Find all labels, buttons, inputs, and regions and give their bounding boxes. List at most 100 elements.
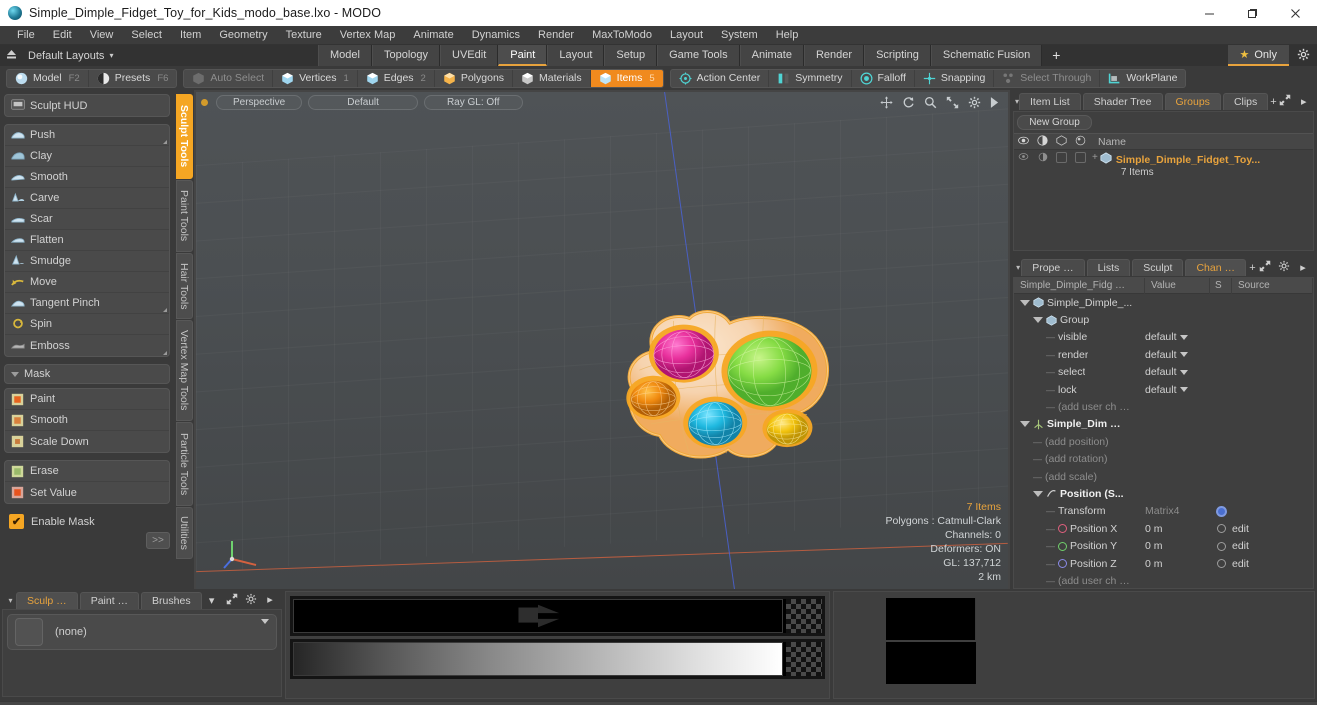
chevron-down-icon[interactable] bbox=[1180, 387, 1188, 393]
channel-value-cell[interactable]: 0 m bbox=[1145, 523, 1210, 535]
new-group-button[interactable]: New Group bbox=[1017, 115, 1092, 130]
channel-source-cell[interactable]: edit bbox=[1232, 523, 1313, 535]
mask-section-header[interactable]: Mask bbox=[4, 364, 170, 384]
channel-value-cell[interactable]: 0 m bbox=[1145, 540, 1210, 552]
viewport-style-pill[interactable]: Default bbox=[308, 95, 418, 110]
maximize-button[interactable] bbox=[1231, 0, 1274, 26]
mask-tool-set-value[interactable]: Set Value bbox=[5, 482, 169, 503]
row-wireframe-toggle[interactable] bbox=[1052, 152, 1071, 163]
expand-icon[interactable] bbox=[1257, 260, 1273, 275]
channel-row[interactable]: ― visible default bbox=[1014, 329, 1313, 346]
select-through-button[interactable]: Select Through bbox=[994, 69, 1101, 87]
menu-texture[interactable]: Texture bbox=[277, 26, 331, 45]
twisty-down-icon[interactable] bbox=[1033, 317, 1043, 324]
tab-schematic-fusion[interactable]: Schematic Fusion bbox=[930, 45, 1043, 66]
expand-icon[interactable] bbox=[1277, 94, 1293, 109]
gear-icon[interactable] bbox=[1276, 260, 1292, 275]
enable-mask-row[interactable]: ✔ Enable Mask bbox=[4, 511, 170, 532]
nozzle-preview-top[interactable] bbox=[886, 598, 976, 640]
pan-icon[interactable] bbox=[880, 96, 893, 109]
channel-ring-icon[interactable] bbox=[1216, 541, 1226, 551]
channel-value-cell[interactable]: default bbox=[1145, 349, 1210, 361]
add-panel-tab-button[interactable]: + bbox=[1248, 262, 1257, 274]
tab-render[interactable]: Render bbox=[803, 45, 865, 66]
tab-paint-presets[interactable]: Paint … bbox=[79, 591, 140, 609]
tab-animate[interactable]: Animate bbox=[739, 45, 804, 66]
tool-flatten[interactable]: Flatten bbox=[5, 230, 169, 251]
brush-gradient-preview[interactable] bbox=[290, 639, 825, 679]
tab-channels[interactable]: Chan … bbox=[1185, 259, 1246, 276]
empty-swatch[interactable] bbox=[15, 618, 43, 646]
zoom-icon[interactable] bbox=[924, 96, 937, 109]
channel-row[interactable]: ― (add position) bbox=[1014, 433, 1313, 450]
channel-row[interactable]: Simple_Dim … bbox=[1014, 416, 1313, 433]
falloff-button[interactable]: Falloff bbox=[852, 69, 915, 87]
twisty-down-icon[interactable] bbox=[1020, 421, 1030, 428]
chevron-down-icon[interactable] bbox=[261, 619, 269, 624]
close-button[interactable] bbox=[1274, 0, 1317, 26]
channel-s-cell[interactable] bbox=[1210, 559, 1232, 569]
tab-game-tools[interactable]: Game Tools bbox=[657, 45, 740, 66]
tab-scripting[interactable]: Scripting bbox=[864, 45, 931, 66]
gradient-alpha-chip[interactable] bbox=[786, 642, 822, 676]
fidget-toy-model[interactable] bbox=[603, 293, 859, 482]
chevron-down-icon[interactable] bbox=[1180, 369, 1188, 375]
channel-s-cell[interactable] bbox=[1210, 524, 1232, 534]
viewport-projection-pill[interactable]: Perspective bbox=[216, 95, 303, 110]
tab-setup[interactable]: Setup bbox=[604, 45, 658, 66]
chevron-down-icon[interactable]: ▾ bbox=[204, 594, 220, 607]
tab-sculpt[interactable]: Sculpt bbox=[1132, 259, 1184, 276]
channel-row[interactable]: ― Position Y 0 m edit bbox=[1014, 537, 1313, 554]
channel-value-cell[interactable]: default bbox=[1145, 384, 1210, 396]
brush-shape-preview[interactable] bbox=[293, 599, 783, 633]
menu-select[interactable]: Select bbox=[122, 26, 171, 45]
panel-menu-arrow-icon[interactable]: ▾ bbox=[5, 596, 16, 605]
brush-alpha-chip[interactable] bbox=[786, 599, 822, 633]
group-expand-toggle[interactable]: + bbox=[1090, 152, 1100, 163]
vtab-paint-tools[interactable]: Paint Tools bbox=[175, 180, 193, 252]
channel-row[interactable]: ― lock default bbox=[1014, 381, 1313, 398]
mode-vertices[interactable]: Vertices 1 bbox=[273, 69, 358, 87]
tool-spin[interactable]: Spin bbox=[5, 314, 169, 335]
mode-auto-select[interactable]: Auto Select bbox=[184, 69, 274, 87]
channel-ring-icon[interactable] bbox=[1216, 559, 1226, 569]
menu-dynamics[interactable]: Dynamics bbox=[463, 26, 529, 45]
mask-tool-erase[interactable]: Erase bbox=[5, 461, 169, 482]
channel-row[interactable]: ― Position X 0 m edit bbox=[1014, 520, 1313, 537]
vtab-sculpt-tools[interactable]: Sculpt Tools bbox=[175, 94, 193, 179]
mask-tool-scale-down[interactable]: Scale Down bbox=[5, 431, 169, 452]
sculpt-hud-button[interactable]: Sculpt HUD bbox=[5, 95, 169, 116]
channel-value-cell[interactable]: default bbox=[1145, 366, 1210, 378]
tab-paint[interactable]: Paint bbox=[498, 45, 548, 66]
tab-layout[interactable]: Layout bbox=[547, 45, 605, 66]
3d-viewport[interactable]: Perspective Default Ray GL: Off 7 Items … bbox=[196, 92, 1008, 589]
transform-gear-icon[interactable] bbox=[1215, 505, 1227, 517]
menu-vertex-map[interactable]: Vertex Map bbox=[331, 26, 405, 45]
tool-tangent-pinch[interactable]: Tangent Pinch bbox=[5, 293, 169, 314]
twisty-down-icon[interactable] bbox=[1033, 490, 1043, 497]
tab-brushes[interactable]: Brushes bbox=[141, 591, 202, 609]
vtab-hair-tools[interactable]: Hair Tools bbox=[175, 253, 193, 319]
tab-shader-tree[interactable]: Shader Tree bbox=[1082, 93, 1163, 110]
play-icon[interactable] bbox=[990, 97, 999, 108]
channel-row[interactable]: ― Position Z 0 m edit bbox=[1014, 555, 1313, 572]
vtab-particle-tools[interactable]: Particle Tools bbox=[175, 422, 193, 506]
chevron-down-icon[interactable] bbox=[1180, 352, 1188, 358]
tool-smooth[interactable]: Smooth bbox=[5, 167, 169, 188]
mode-materials[interactable]: Materials bbox=[513, 69, 591, 87]
symmetry-button[interactable]: Symmetry bbox=[769, 69, 852, 87]
tool-emboss[interactable]: Emboss bbox=[5, 335, 169, 356]
tool-move[interactable]: Move bbox=[5, 272, 169, 293]
brush-falloff-preview[interactable] bbox=[290, 596, 825, 636]
expand-panel-button[interactable]: >> bbox=[146, 532, 170, 549]
nozzle-preview-bottom[interactable] bbox=[886, 642, 976, 684]
only-toggle[interactable]: ★ Only bbox=[1227, 45, 1289, 66]
mode-polygons[interactable]: Polygons bbox=[435, 69, 514, 87]
channel-row[interactable]: Simple_Dimple_... bbox=[1014, 294, 1313, 311]
tab-properties[interactable]: Prope … bbox=[1021, 259, 1085, 276]
channel-ring-icon[interactable] bbox=[1216, 524, 1226, 534]
menu-edit[interactable]: Edit bbox=[44, 26, 81, 45]
menu-geometry[interactable]: Geometry bbox=[210, 26, 276, 45]
mode-edges[interactable]: Edges 2 bbox=[358, 69, 435, 87]
tab-sculpt-presets[interactable]: Sculp … bbox=[16, 591, 78, 609]
